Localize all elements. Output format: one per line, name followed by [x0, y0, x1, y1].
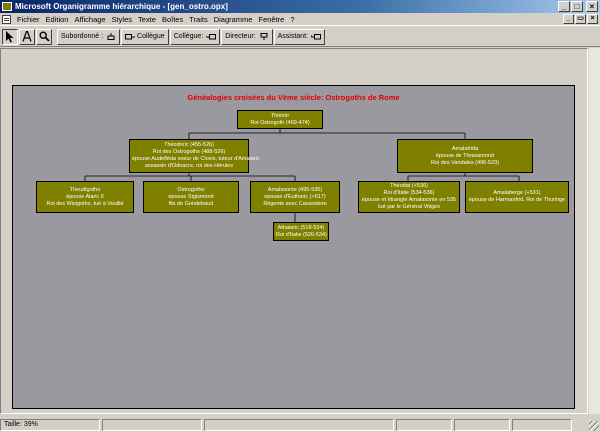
- text-tool-icon[interactable]: [19, 28, 35, 45]
- menu-texte[interactable]: Texte: [135, 15, 159, 24]
- status-panel-4: [396, 418, 452, 431]
- box-thiemir[interactable]: Thiémir Roi Ostrogoth (469-474): [237, 110, 323, 129]
- colleague-right-tool-button[interactable]: Collègue:: [169, 28, 221, 45]
- status-bar: Taille: 39%: [0, 417, 600, 432]
- menu-edition[interactable]: Edition: [43, 15, 72, 24]
- chart-canvas[interactable]: Généalogies croisées du Vème siècle: Ost…: [0, 48, 588, 414]
- subordinate-tool-button[interactable]: Subordonné :: [57, 28, 121, 45]
- arrow-pointer-icon[interactable]: [2, 28, 18, 45]
- box-ostrogotho[interactable]: Ostrogotho épouse Sigismond fils de Gondeb…: [143, 181, 239, 213]
- document-icon[interactable]: [2, 14, 11, 24]
- assistant-box-icon: [310, 33, 321, 39]
- minimize-button[interactable]: _: [558, 1, 570, 12]
- box-theudigotho[interactable]: Theudigotho épouse Alaric II Roi des Wisig…: [36, 181, 134, 213]
- status-panel-5: [454, 418, 510, 431]
- magnifier-icon[interactable]: [36, 28, 52, 45]
- menu-boites[interactable]: Boîtes: [159, 15, 186, 24]
- manager-box-icon: [260, 33, 268, 40]
- app-icon: [2, 2, 12, 11]
- box-theodoric[interactable]: Théodoric (455-526) Roi des Ostrogoths (4…: [129, 139, 260, 173]
- menu-help[interactable]: ?: [287, 15, 297, 24]
- subordinate-box-icon: [107, 33, 115, 40]
- connector-lines: [84, 129, 520, 222]
- box-amalasonte[interactable]: Amalasonte (495-535) épouse d'Eutharic (+…: [250, 181, 340, 213]
- doc-restore-button[interactable]: ▭: [575, 14, 586, 24]
- menu-fichier[interactable]: Fichier: [14, 15, 43, 24]
- assistant-tool-button[interactable]: Assistant:: [273, 28, 325, 45]
- assistant-label: Assistant:: [277, 33, 308, 40]
- manager-label: Directeur:: [225, 33, 256, 40]
- toolbar: Subordonné : Collègue Collègue: Directeu…: [0, 27, 600, 47]
- doc-minimize-button[interactable]: _: [563, 14, 574, 24]
- colleague-right-label: Collègue:: [173, 33, 204, 40]
- colleague-right-box-icon: [206, 33, 217, 39]
- colleague-left-tool-button[interactable]: Collègue: [121, 28, 169, 45]
- menu-traits[interactable]: Traits: [186, 15, 210, 24]
- resize-grip[interactable]: [589, 421, 599, 431]
- box-amalaberge[interactable]: Amalaberge (+531) épouse de Harmanfrid, R…: [465, 181, 569, 213]
- box-amalafrida[interactable]: Amalafrida épouse de Thrasamond Roi des Va…: [397, 139, 533, 173]
- org-chart: Généalogies croisées du Vème siècle: Ost…: [12, 85, 575, 409]
- status-panel-2: [102, 418, 202, 431]
- menu-diagramme[interactable]: Diagramme: [211, 15, 256, 24]
- subordinate-label: Subordonné :: [61, 33, 104, 40]
- maximize-button[interactable]: □: [571, 1, 583, 12]
- window-title: Microsoft Organigramme hiérarchique - [g…: [15, 2, 228, 11]
- colleague-left-label: Collègue: [137, 33, 165, 40]
- status-panel-3: [204, 418, 394, 431]
- doc-close-button[interactable]: ×: [587, 14, 598, 24]
- menu-fenetre[interactable]: Fenêtre: [255, 15, 287, 24]
- title-bar: Microsoft Organigramme hiérarchique - [g…: [0, 0, 600, 13]
- vertical-scrollbar[interactable]: [588, 48, 600, 414]
- menu-bar: Fichier Edition Affichage Styles Texte B…: [0, 13, 600, 26]
- status-panel-6: [512, 418, 572, 431]
- zoom-status: Taille: 39%: [0, 418, 100, 431]
- close-button[interactable]: ×: [586, 1, 598, 12]
- colleague-left-box-icon: [125, 33, 136, 39]
- box-theodat[interactable]: Théodat (+536) Roi d'Italie (534-536) épou…: [358, 181, 460, 213]
- menu-affichage[interactable]: Affichage: [71, 15, 108, 24]
- manager-tool-button[interactable]: Directeur:: [221, 28, 273, 45]
- box-athalaric[interactable]: Athalaric (518-534) Roi d'Italie (526-534…: [273, 222, 329, 241]
- menu-styles[interactable]: Styles: [109, 15, 135, 24]
